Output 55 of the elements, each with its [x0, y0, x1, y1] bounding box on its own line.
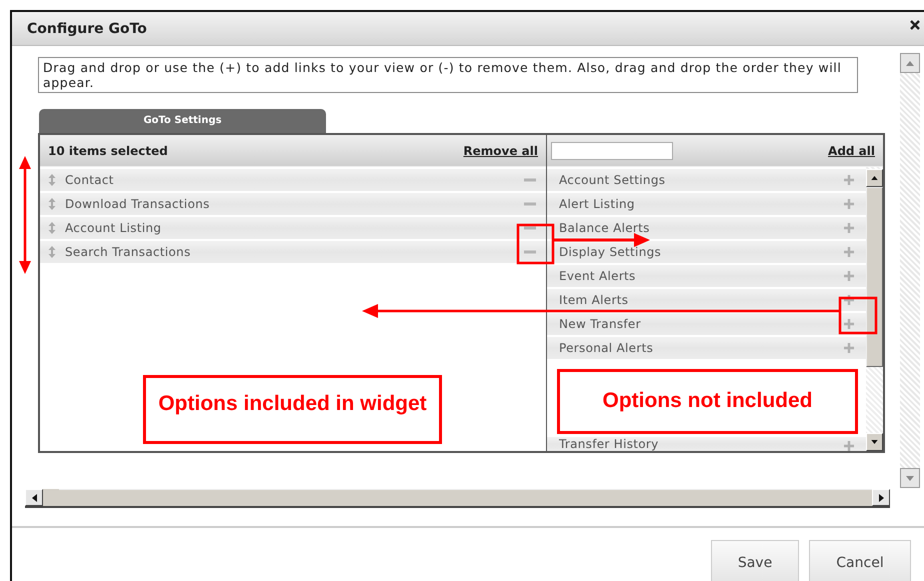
list-item[interactable]: Item Alerts — [547, 289, 866, 311]
list-item[interactable]: Search Transactions — [40, 241, 546, 263]
tab[interactable]: GoTo Settings — [39, 109, 326, 133]
selected-count: 10 items selected — [48, 144, 168, 158]
minus-icon[interactable] — [524, 178, 536, 182]
list-item[interactable]: Event Alerts — [547, 265, 866, 287]
plus-icon[interactable] — [844, 271, 854, 281]
scrollbar[interactable] — [866, 167, 883, 451]
plus-icon[interactable] — [844, 441, 854, 451]
list-item[interactable]: Display Settings — [547, 241, 866, 263]
drag-handle-icon[interactable] — [48, 222, 56, 234]
highlight-box — [516, 224, 554, 264]
plus-icon[interactable] — [844, 319, 854, 329]
plus-icon[interactable] — [844, 295, 854, 305]
right-triangle-icon — [878, 494, 884, 502]
drag-handle-icon[interactable] — [48, 174, 56, 186]
list-item[interactable]: Account Settings — [547, 169, 866, 191]
annotation-label: Options not included — [557, 369, 858, 434]
minus-icon[interactable] — [524, 226, 536, 230]
list-item[interactable]: Personal Alerts — [547, 337, 866, 359]
minus-icon[interactable] — [524, 202, 536, 206]
down-triangle-icon — [871, 440, 878, 444]
window-title: Configure GoTo — [27, 20, 147, 36]
list-item[interactable]: Download Transactions — [40, 193, 546, 215]
plus-icon[interactable] — [844, 223, 854, 233]
drag-handle-icon[interactable] — [48, 198, 56, 210]
list-item[interactable]: Alert Listing — [547, 193, 866, 215]
scroll-left-button[interactable] — [25, 489, 43, 506]
plus-icon[interactable] — [844, 199, 854, 209]
save-button[interactable]: Save — [711, 540, 799, 581]
list-item[interactable]: Transfer History — [547, 437, 866, 451]
down-triangle-icon — [906, 476, 914, 480]
instructions-text: Drag and drop or use the (+) to add links to your view or (-) to remove them. Also, drag and drop the order they will appear. — [38, 57, 858, 93]
add-all-link[interactable]: Add all — [828, 144, 875, 158]
highlight-box — [838, 296, 878, 334]
list-item[interactable]: New Transfer — [547, 313, 866, 335]
up-triangle-icon — [906, 60, 914, 66]
search-field[interactable] — [551, 142, 673, 160]
list-item[interactable]: Account Listing — [40, 217, 546, 239]
up-triangle-icon — [871, 176, 878, 180]
remove-all-link[interactable]: Remove all — [463, 144, 538, 158]
list-item[interactable]: Contact — [40, 169, 546, 191]
scroll-right-button[interactable] — [872, 489, 890, 506]
scroll-thumb[interactable] — [866, 187, 883, 367]
plus-icon[interactable] — [844, 343, 854, 353]
close-icon[interactable] — [910, 20, 920, 30]
drag-handle-icon[interactable] — [48, 246, 56, 258]
plus-icon[interactable] — [844, 247, 854, 257]
annotation-label: Options included in widget — [143, 375, 442, 444]
minus-icon[interactable] — [524, 250, 536, 254]
cancel-button[interactable]: Cancel — [809, 540, 911, 581]
scrollbar[interactable] — [25, 489, 890, 508]
list-item[interactable]: Balance Alerts — [547, 217, 866, 239]
plus-icon[interactable] — [844, 175, 854, 185]
left-triangle-icon — [32, 494, 36, 502]
